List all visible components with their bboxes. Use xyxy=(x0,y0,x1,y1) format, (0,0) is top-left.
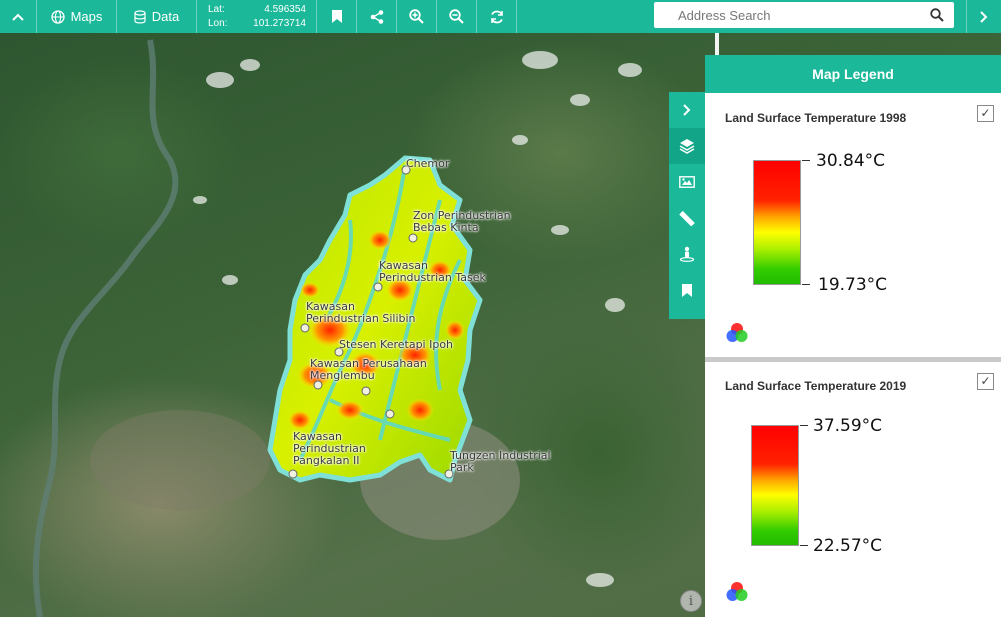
refresh-button[interactable] xyxy=(477,0,517,33)
layer-visibility-checkbox[interactable]: ✓ xyxy=(977,105,994,122)
search-button[interactable] xyxy=(920,8,954,22)
place-label-tasek: Kawasan Perindustrian Tasek xyxy=(379,259,486,284)
ramp-max-label: 30.84°C xyxy=(816,151,886,171)
legend-item-title: Land Surface Temperature 1998 xyxy=(725,111,907,125)
share-icon xyxy=(370,9,383,24)
measure-icon xyxy=(679,210,695,226)
layers-icon xyxy=(679,139,695,154)
chevron-right-icon xyxy=(683,104,691,116)
lat-value: 4.596354 xyxy=(264,3,306,15)
place-label-chemor: Chemor xyxy=(406,157,450,170)
bookmark-button[interactable] xyxy=(317,0,357,33)
collapse-toolbar-button[interactable] xyxy=(0,0,37,33)
place-label-tungzen: Tungzen Industrial Park xyxy=(450,449,551,474)
ramp-max-label: 37.59°C xyxy=(813,416,883,436)
ramp-min-label: 19.73°C xyxy=(818,275,888,295)
lat-label: Lat: xyxy=(208,3,225,15)
zoom-out-icon xyxy=(449,9,464,24)
coordinates-readout: Lat: 4.596354 Lon: 101.273714 xyxy=(197,0,317,33)
street-view-icon xyxy=(679,246,695,262)
data-label: Data xyxy=(151,9,180,24)
info-button[interactable]: i xyxy=(680,590,702,612)
maps-menu-button[interactable]: Maps xyxy=(37,0,117,33)
bookmark-icon xyxy=(331,10,342,23)
place-label-bebas-kinta: Zon Perindustrian Bebas Kinta xyxy=(413,209,511,234)
place-label-menglembu: Kawasan Perusahaan Menglembu xyxy=(310,357,427,382)
ramp-tick-max xyxy=(800,425,808,426)
legend-item-title: Land Surface Temperature 2019 xyxy=(725,379,907,393)
layers-button[interactable] xyxy=(669,128,705,164)
place-label-stesen-ipoh: Stesen Keretapi Ipoh xyxy=(339,338,454,351)
measure-button[interactable] xyxy=(669,200,705,236)
map-tool-strip xyxy=(669,92,705,319)
search-icon xyxy=(930,8,944,22)
place-label-silibin: Kawasan Perindustrian Silibin xyxy=(306,300,416,325)
address-search-input[interactable] xyxy=(654,3,920,27)
zoom-in-button[interactable] xyxy=(397,0,437,33)
lon-value: 101.273714 xyxy=(253,17,306,29)
map-legend-panel: Map Legend Land Surface Temperature 1998… xyxy=(705,55,1001,617)
legend-item-lst-2019: Land Surface Temperature 2019 ✓ 37.59°C … xyxy=(705,362,1001,617)
color-ramp xyxy=(751,425,799,546)
refresh-icon xyxy=(490,10,503,23)
panel-gap xyxy=(715,33,719,55)
share-button[interactable] xyxy=(357,0,397,33)
ramp-tick-min xyxy=(802,284,810,285)
rgb-icon xyxy=(726,323,748,342)
zoom-in-icon xyxy=(409,9,424,24)
rgb-icon xyxy=(726,582,748,601)
basemap-button[interactable] xyxy=(669,164,705,200)
saved-views-button[interactable] xyxy=(669,272,705,308)
ramp-tick-min xyxy=(800,545,808,546)
maps-label: Maps xyxy=(70,9,103,24)
legend-item-lst-1998: Land Surface Temperature 1998 ✓ 30.84°C … xyxy=(705,93,1001,357)
lon-label: Lon: xyxy=(208,17,228,29)
layer-visibility-checkbox[interactable]: ✓ xyxy=(977,373,994,390)
info-icon: i xyxy=(688,593,694,609)
place-label-pangkalan: Kawasan Perindustrian Pangkalan II xyxy=(293,430,366,467)
collapse-panel-button[interactable] xyxy=(669,92,705,128)
chevron-right-icon xyxy=(980,10,988,23)
globe-icon xyxy=(50,9,65,24)
basemap-icon xyxy=(679,176,695,188)
address-search xyxy=(654,2,954,28)
data-menu-button[interactable]: Data xyxy=(117,0,197,33)
street-view-button[interactable] xyxy=(669,236,705,272)
top-toolbar: Maps Data Lat: 4.596354 Lon: 101.273714 xyxy=(0,0,1001,33)
database-icon xyxy=(134,9,146,23)
zoom-out-button[interactable] xyxy=(437,0,477,33)
color-ramp xyxy=(753,160,801,285)
chevron-up-icon xyxy=(12,13,24,21)
ramp-min-label: 22.57°C xyxy=(813,536,883,556)
legend-title: Map Legend xyxy=(705,55,1001,93)
bookmark-icon xyxy=(682,283,692,297)
ramp-tick-max xyxy=(802,160,810,161)
expand-right-button[interactable] xyxy=(966,0,1001,33)
